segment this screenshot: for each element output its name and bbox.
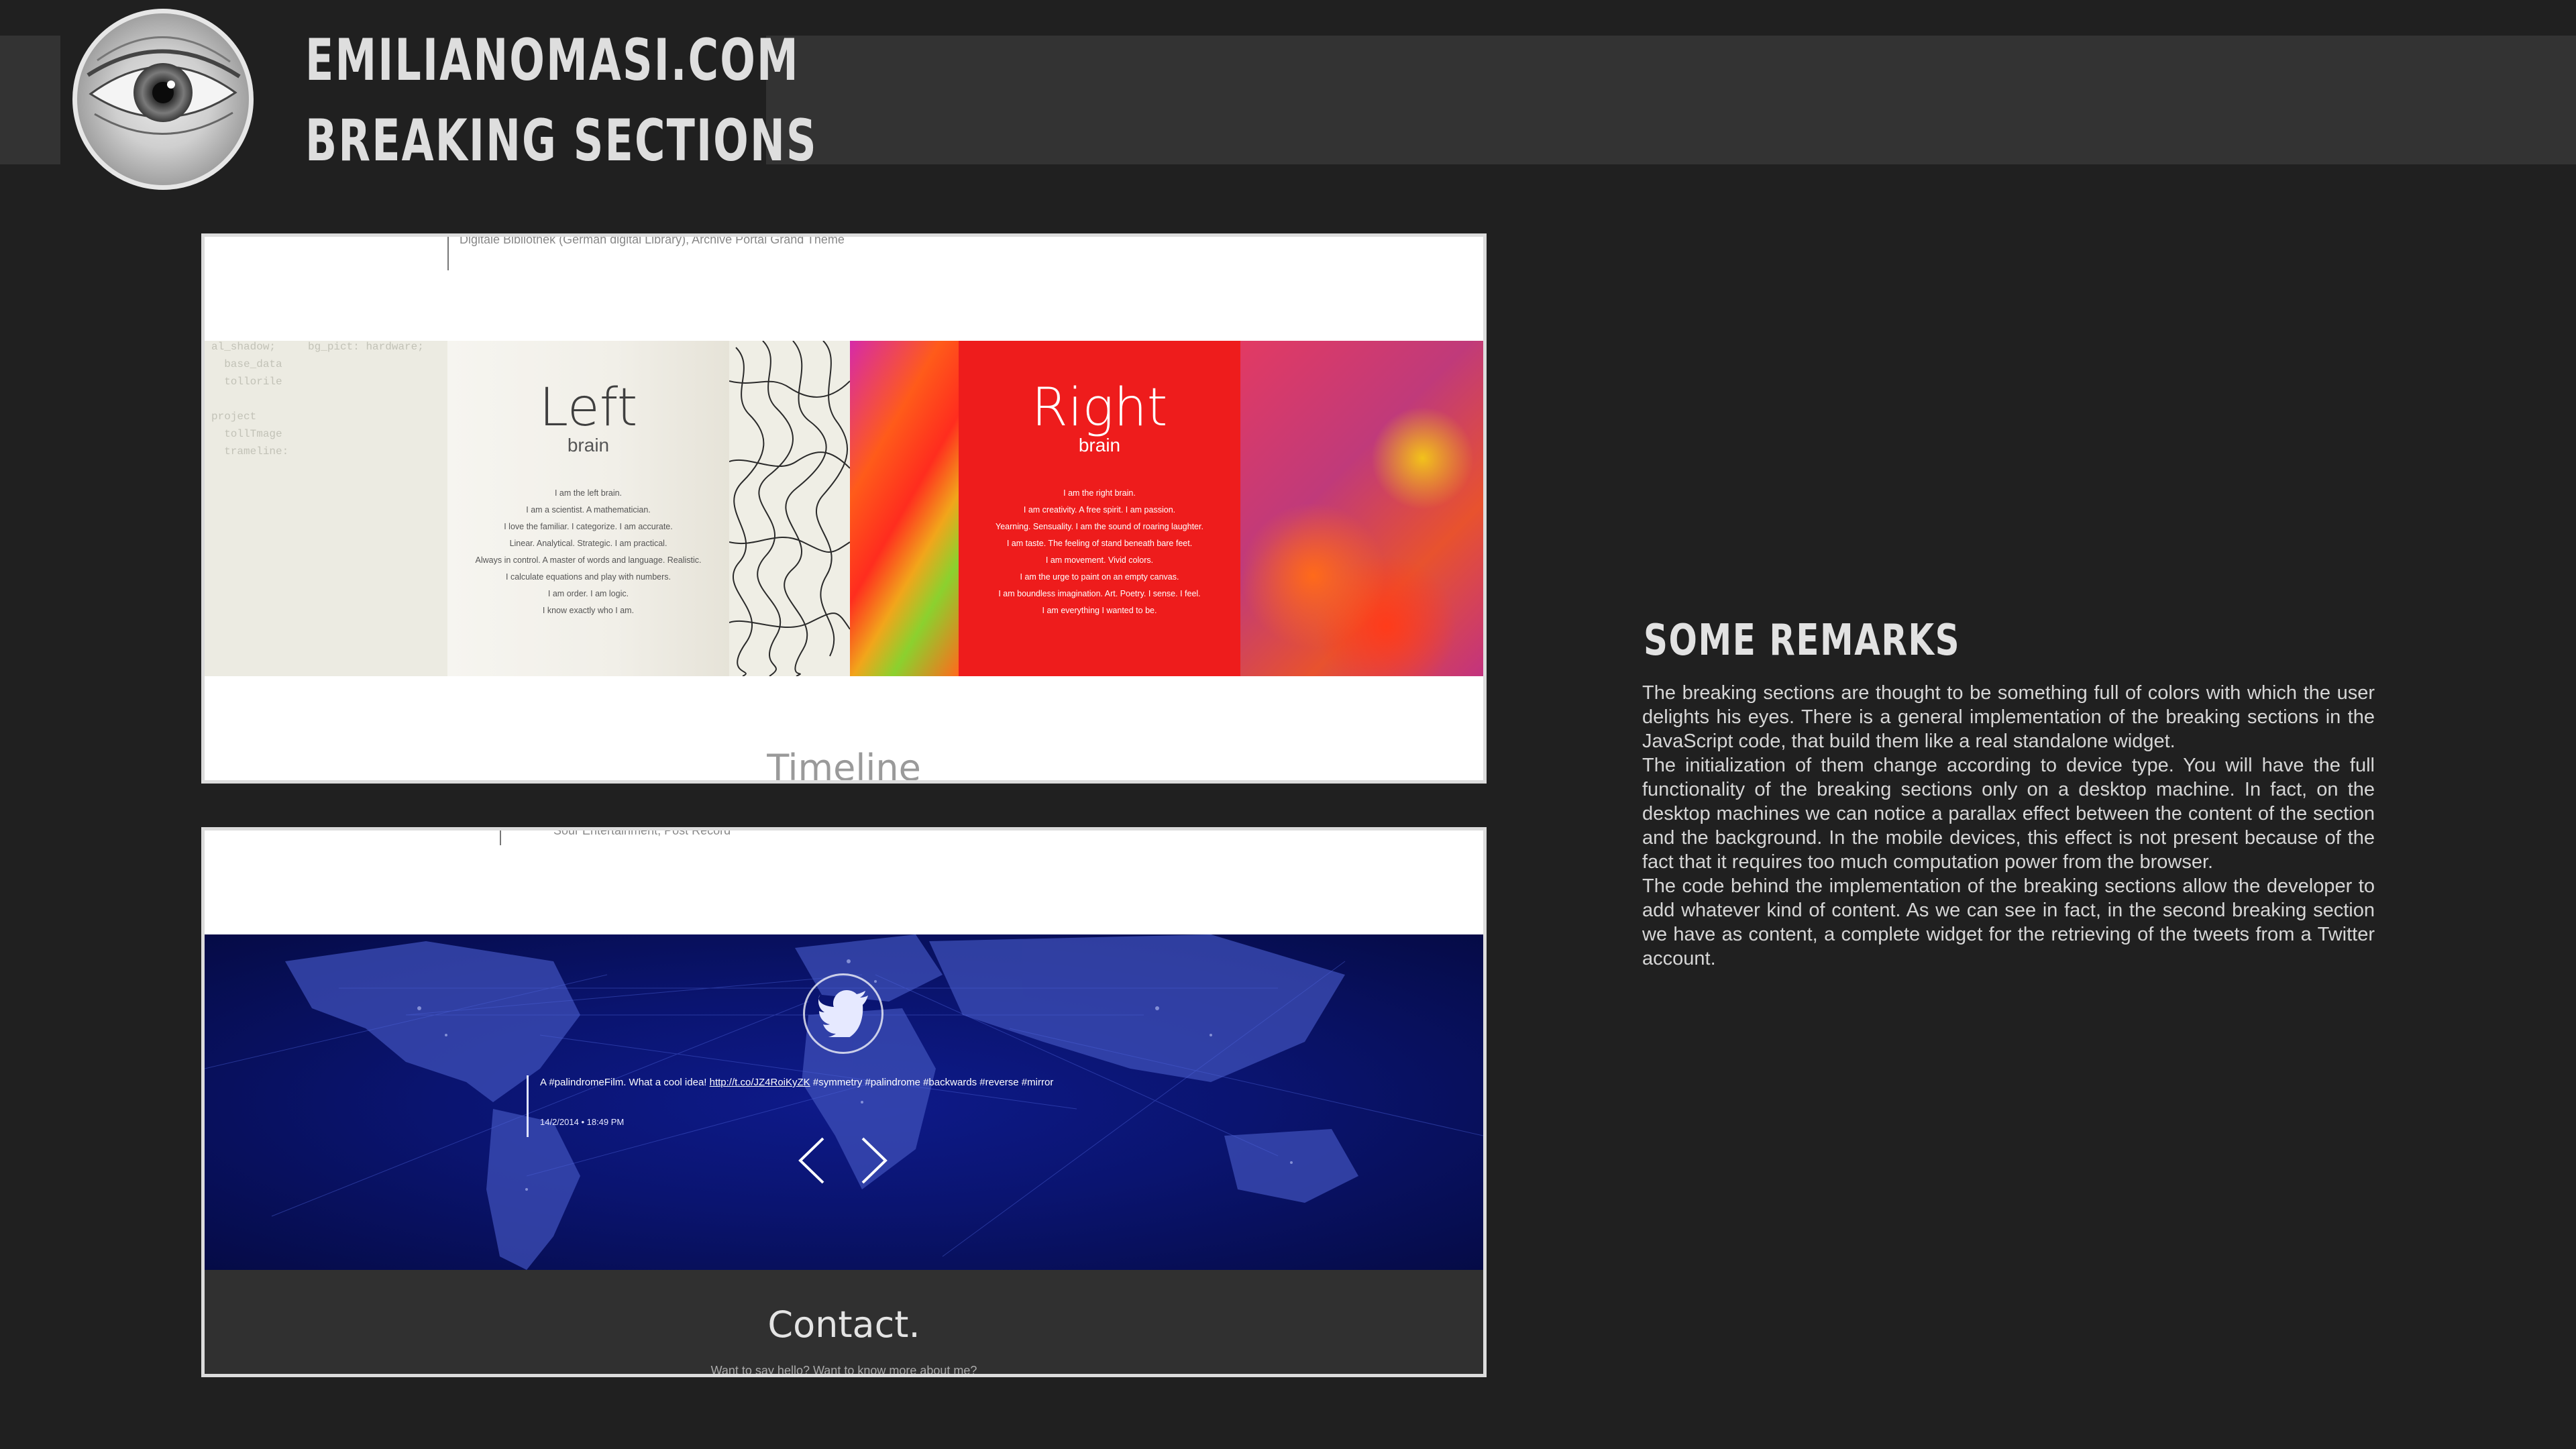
right-brain-panel: Right brain I am the right brain. I am c… bbox=[959, 341, 1240, 676]
clipped-header-text: Digitale Bibliothek (German digital Libr… bbox=[460, 233, 845, 246]
maze-pattern-panel bbox=[729, 341, 850, 676]
tweet-link[interactable]: http://t.co/JZ4RoiKyZK bbox=[710, 1077, 810, 1088]
screenshot-twitter-section: Sour Entertainment, Post Record A #palin… bbox=[201, 827, 1487, 1377]
code-line: tollorile bbox=[211, 376, 282, 388]
remarks-title: SOME REMARKS bbox=[1644, 616, 1961, 665]
page-title: BREAKING SECTIONS bbox=[305, 107, 818, 174]
colorful-paint-panel bbox=[850, 341, 959, 676]
text-line: I am movement. Vivid colors. bbox=[1045, 555, 1154, 565]
code-line: al_shadow; bg_pict: hardware; bbox=[211, 341, 424, 353]
remarks-body: The breaking sections are thought to be … bbox=[1642, 681, 2375, 971]
text-line: I am creativity. A free spirit. I am pas… bbox=[1023, 505, 1176, 515]
code-line: base_data bbox=[211, 358, 282, 370]
remarks-paragraph: The breaking sections are thought to be … bbox=[1642, 682, 2375, 752]
code-line: project bbox=[211, 411, 257, 423]
tweet-hashtags: #symmetry #palindrome #backwards #revers… bbox=[810, 1077, 1054, 1088]
tweet-text-part: A #palindromeFilm. What a cool idea! bbox=[540, 1077, 710, 1088]
text-line: I am the left brain. bbox=[554, 488, 623, 498]
contact-section: Contact. Want to say hello? Want to know… bbox=[205, 1270, 1483, 1374]
avatar bbox=[72, 9, 254, 190]
twitter-badge[interactable] bbox=[803, 973, 883, 1054]
divider bbox=[447, 237, 449, 270]
text-line: I love the familiar. I categorize. I am … bbox=[504, 522, 673, 531]
left-brain-text: I am the left brain. I am a scientist. A… bbox=[447, 485, 729, 619]
tweet-date: 14/2/2014 • 18:49 PM bbox=[540, 1117, 625, 1127]
abstract-art-panel bbox=[1240, 341, 1483, 676]
right-brain-title: Right bbox=[1031, 378, 1168, 438]
maze-pattern bbox=[729, 341, 850, 676]
chevron-left-icon[interactable] bbox=[796, 1136, 827, 1185]
eye-icon bbox=[87, 36, 241, 135]
tweet-text: A #palindromeFilm. What a cool idea! htt… bbox=[540, 1077, 1053, 1088]
text-line: I am boundless imagination. Art. Poetry.… bbox=[998, 589, 1201, 598]
text-line: I am the urge to paint on an empty canva… bbox=[1020, 572, 1179, 582]
breaking-section-brain: al_shadow; bg_pict: hardware; base_data … bbox=[205, 341, 1483, 676]
divider bbox=[500, 830, 501, 845]
chevron-right-icon[interactable] bbox=[859, 1136, 890, 1185]
text-line: I am the right brain. bbox=[1063, 488, 1136, 498]
left-brain-panel: Left brain I am the left brain. I am a s… bbox=[447, 341, 729, 676]
text-line: I am everything I wanted to be. bbox=[1042, 606, 1157, 615]
code-line: trameline: bbox=[211, 445, 289, 458]
text-line: I calculate equations and play with numb… bbox=[506, 572, 671, 582]
text-line: Linear. Analytical. Strategic. I am prac… bbox=[509, 539, 667, 548]
contact-heading: Contact. bbox=[767, 1303, 920, 1346]
code-background-panel: al_shadow; bg_pict: hardware; base_data … bbox=[205, 341, 447, 676]
left-brain-title: Left bbox=[539, 378, 638, 438]
right-brain-subtitle: brain bbox=[1078, 435, 1121, 455]
breaking-section-twitter: A #palindromeFilm. What a cool idea! htt… bbox=[205, 934, 1483, 1270]
text-line: I know exactly who I am. bbox=[542, 606, 635, 615]
text-line: Yearning. Sensuality. I am the sound of … bbox=[996, 522, 1203, 531]
twitter-bird-icon bbox=[818, 990, 868, 1037]
code-line: tollTmage bbox=[211, 428, 282, 440]
screenshot-brain-section: Digitale Bibliothek (German digital Libr… bbox=[201, 233, 1487, 784]
timeline-heading: Timeline bbox=[767, 747, 921, 784]
remarks-paragraph: The initialization of them change accord… bbox=[1642, 755, 2375, 873]
site-title: EMILIANOMASI.COM bbox=[305, 27, 800, 94]
left-brain-subtitle: brain bbox=[567, 435, 610, 455]
tweet-accent-bar bbox=[527, 1075, 529, 1137]
text-line: I am a scientist. A mathematician. bbox=[526, 505, 651, 515]
text-line: I am taste. The feeling of stand beneath… bbox=[1006, 539, 1193, 548]
remarks-paragraph: The code behind the implementation of th… bbox=[1642, 875, 2375, 969]
right-brain-text: I am the right brain. I am creativity. A… bbox=[959, 485, 1240, 619]
text-line: Always in control. A master of words and… bbox=[475, 555, 702, 565]
header-band-right bbox=[766, 36, 2576, 164]
clipped-header-text: Sour Entertainment, Post Record bbox=[553, 827, 731, 837]
contact-subheading: Want to say hello? Want to know more abo… bbox=[710, 1364, 977, 1377]
header-band-left bbox=[0, 36, 60, 164]
text-line: I am order. I am logic. bbox=[547, 589, 629, 598]
